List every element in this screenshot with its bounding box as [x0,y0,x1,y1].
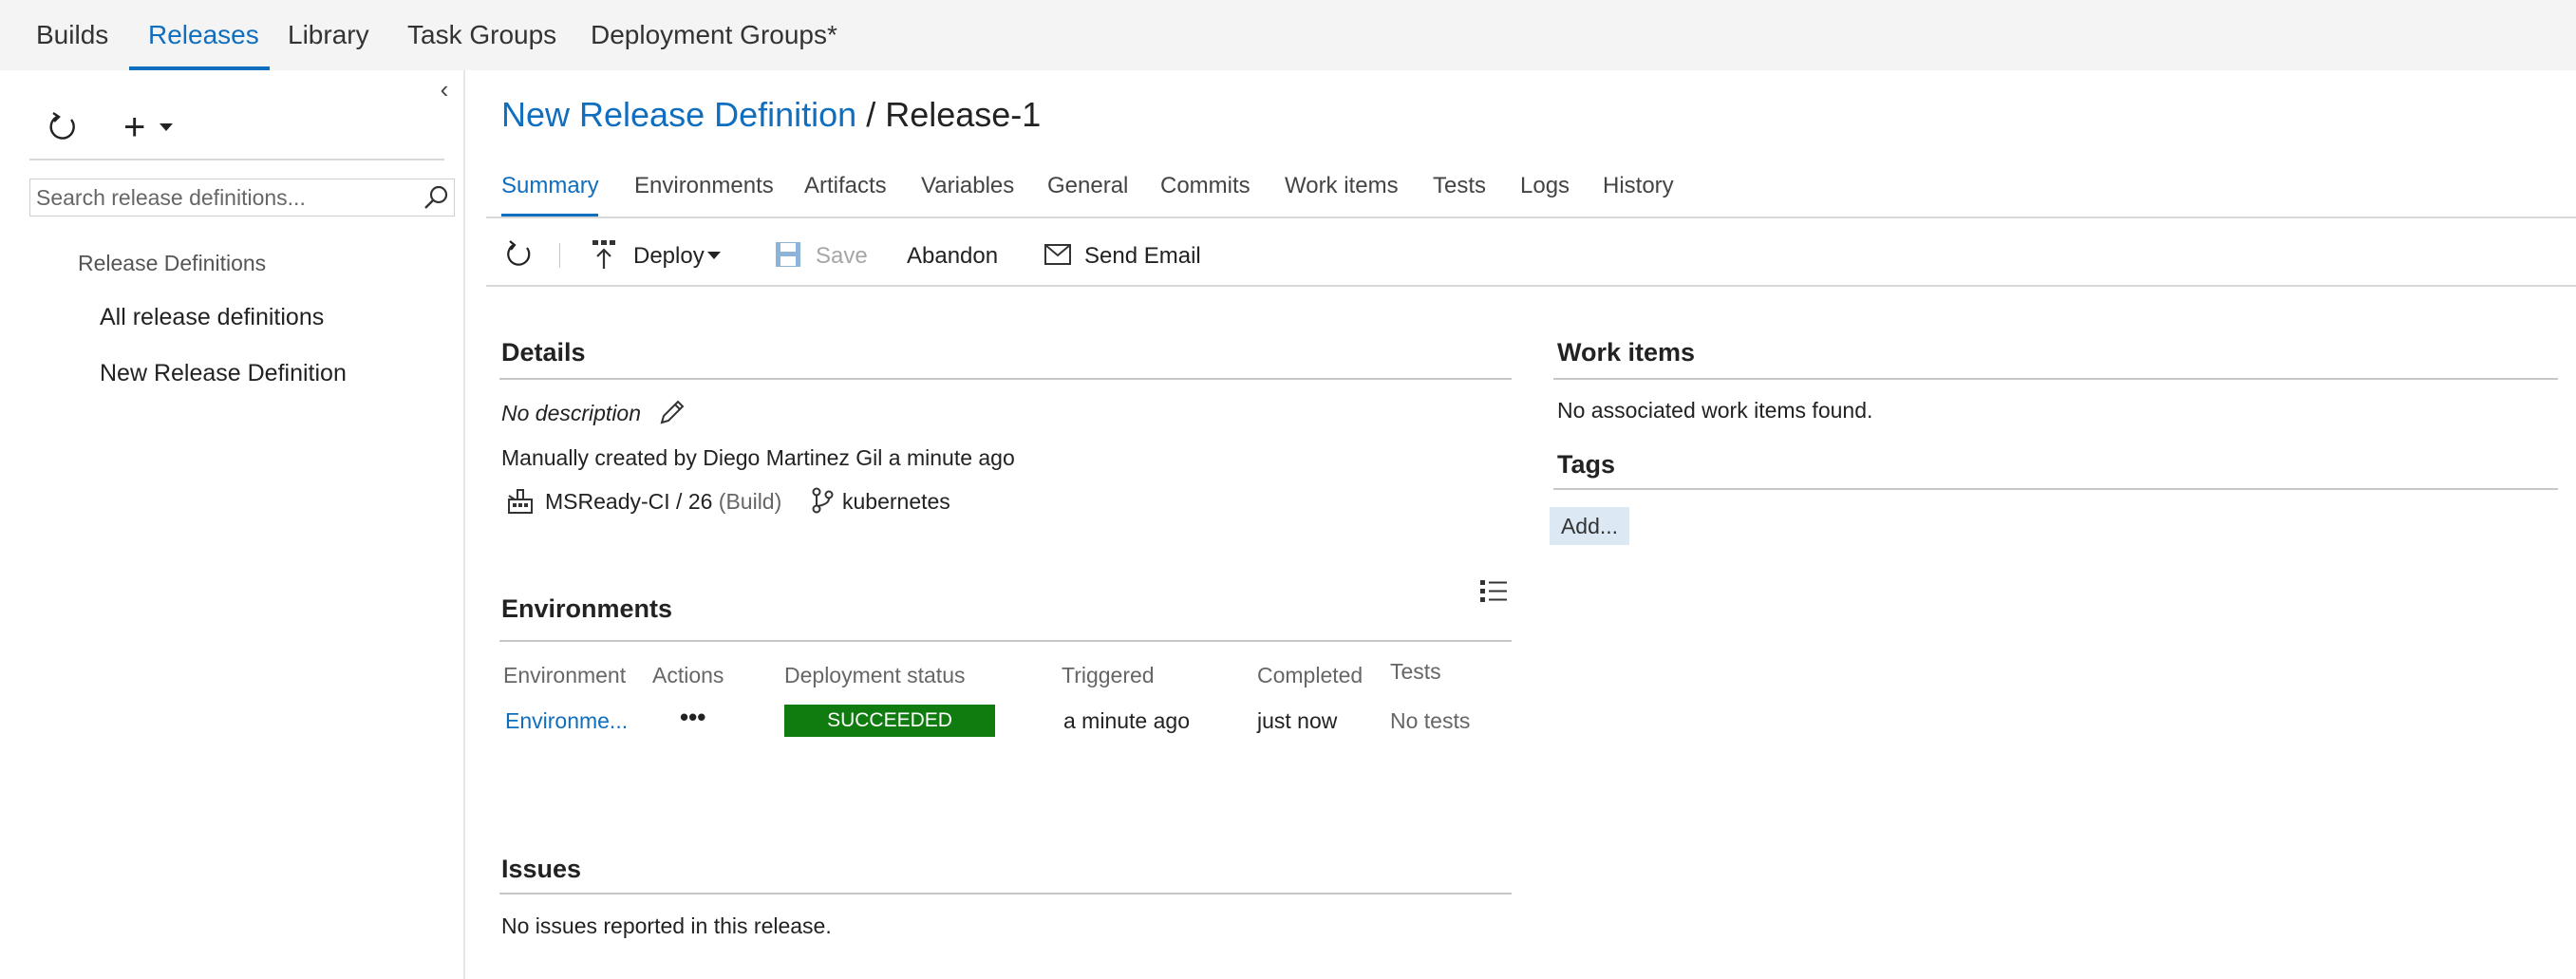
work-items-heading: Work items [1557,338,1696,367]
column-header-deployment-status: Deployment status [784,663,966,687]
details-divider [499,378,1512,380]
toolbar-divider [486,285,2576,287]
tests-value: No tests [1390,708,1471,733]
tab-commits[interactable]: Commits [1160,173,1250,199]
column-header-actions: Actions [652,663,724,687]
save-icon [776,242,800,267]
breadcrumb-separator: / [866,95,876,134]
tags-divider [1553,488,2558,490]
top-nav-builds[interactable]: Builds [36,0,108,70]
artifact-link[interactable]: MSReady-CI / 26 (Build) [545,489,781,515]
sidebar-heading: Release Definitions [78,251,267,275]
refresh-button[interactable] [501,237,536,272]
tabs-divider [486,217,2576,218]
chevron-down-icon [160,123,173,131]
add-tag-button[interactable]: Add... [1550,507,1629,545]
tab-work-items[interactable]: Work items [1285,173,1399,199]
build-icon [508,489,533,514]
pencil-icon[interactable] [658,398,686,426]
more-actions-icon[interactable]: ••• [680,703,705,732]
completed-value: just now [1257,708,1338,733]
deploy-button[interactable]: Deploy [592,237,724,272]
column-header-environment: Environment [503,663,627,687]
top-nav-releases[interactable]: Releases [148,0,259,70]
toolbar-separator [559,243,560,268]
send-email-button[interactable]: Send Email [1044,237,1206,272]
abandon-label: Abandon [907,243,999,269]
sidebar-item-new-release-definition[interactable]: New Release Definition [100,360,347,387]
sidebar-item-all-release-definitions[interactable]: All release definitions [100,304,324,331]
branch-icon [812,487,834,514]
work-items-text: No associated work items found. [1557,398,1873,423]
tab-tests[interactable]: Tests [1433,173,1486,199]
status-badge: SUCCEEDED [784,705,995,737]
release-definitions-sidebar: ‹ + Release Definitions All release defi… [0,70,465,979]
tab-summary[interactable]: Summary [501,173,599,199]
issues-heading: Issues [501,855,582,883]
breadcrumb: New Release Definition / Release-1 [501,95,1041,135]
created-by-text: Manually created by Diego Martinez Gil a… [501,445,1015,470]
environment-link[interactable]: Environme... [505,708,628,734]
search-input[interactable] [30,179,416,216]
column-header-tests: Tests [1390,659,1441,684]
deploy-icon [592,240,615,269]
top-nav-task-groups[interactable]: Task Groups [407,0,556,70]
description-text: No description [501,401,642,425]
refresh-icon[interactable] [44,108,82,146]
top-nav-bar: Builds Releases Library Task Groups Depl… [0,0,2576,70]
tags-heading: Tags [1557,450,1616,479]
tab-artifacts[interactable]: Artifacts [804,173,887,199]
chevron-left-icon[interactable]: ‹ [433,77,456,102]
list-view-icon[interactable] [1479,578,1508,605]
environments-heading: Environments [501,594,673,623]
branch-name: kubernetes [842,489,950,514]
sidebar-divider [29,159,444,160]
details-heading: Details [501,338,586,367]
tab-history[interactable]: History [1603,173,1674,199]
top-nav-library[interactable]: Library [288,0,369,70]
artifact-type: (Build) [718,489,782,514]
abandon-button[interactable]: Abandon [907,237,1002,272]
chevron-down-icon [707,252,721,259]
search-icon[interactable] [422,183,450,212]
tab-environments[interactable]: Environments [634,173,774,199]
save-label: Save [816,243,868,269]
work-items-divider [1553,378,2558,380]
deploy-label: Deploy [633,243,705,269]
tab-logs[interactable]: Logs [1520,173,1570,199]
artifact-name: MSReady-CI / 26 [545,489,713,514]
plus-icon: + [123,106,146,148]
column-header-triggered: Triggered [1062,663,1155,687]
search-box [29,179,455,217]
breadcrumb-definition-link[interactable]: New Release Definition [501,95,856,134]
save-button[interactable]: Save [774,237,869,272]
send-email-label: Send Email [1084,243,1201,269]
top-nav-deployment-groups[interactable]: Deployment Groups* [591,0,837,70]
environments-divider [499,640,1512,642]
issues-divider [499,893,1512,894]
triggered-value: a minute ago [1063,708,1190,733]
tab-general[interactable]: General [1047,173,1128,199]
mail-icon [1044,244,1071,265]
issues-text: No issues reported in this release. [501,913,832,938]
refresh-icon [507,240,531,266]
page-title: Release-1 [885,95,1042,134]
column-header-completed: Completed [1257,663,1363,687]
tab-variables[interactable]: Variables [921,173,1014,199]
release-summary-panel: New Release Definition / Release-1 Summary… [465,70,2576,979]
